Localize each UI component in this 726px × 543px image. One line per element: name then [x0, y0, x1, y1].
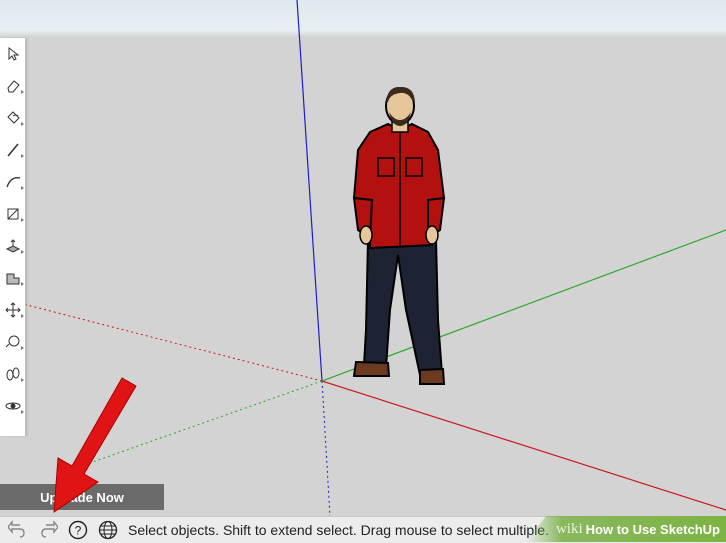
offset-tool[interactable] [0, 264, 25, 292]
rectangle-tool[interactable] [0, 200, 25, 228]
footprints-icon [6, 367, 19, 381]
arc-tool[interactable] [0, 168, 25, 196]
orbit-tool[interactable] [0, 392, 25, 420]
arc-icon [5, 177, 20, 188]
undo-button[interactable] [6, 518, 30, 542]
push-pull-tool[interactable] [0, 232, 25, 260]
watermark-title: How to Use SketchUp [585, 521, 720, 537]
green-axis-dotted [69, 380, 323, 471]
redo-button[interactable] [36, 518, 60, 542]
3d-viewport[interactable]: Upgrade Now [0, 0, 726, 516]
pencil-icon [6, 143, 19, 157]
move-tool[interactable] [0, 296, 25, 324]
rectangle-icon [7, 208, 18, 220]
select-tool[interactable] [0, 40, 25, 68]
red-axis-dotted [0, 297, 323, 382]
upgrade-now-button[interactable]: Upgrade Now [0, 484, 164, 510]
eraser-icon [6, 80, 20, 93]
paint-bucket-icon [6, 111, 20, 124]
tool-palette [0, 38, 26, 436]
offset-icon [6, 273, 19, 285]
footprint-tool[interactable] [0, 360, 25, 388]
paint-bucket-tool[interactable] [0, 104, 25, 132]
help-icon: ? [68, 520, 88, 540]
red-axis-solid [321, 380, 726, 511]
watermark-wiki: wiki [555, 520, 583, 537]
push-pull-icon [5, 239, 20, 253]
rotate-tool[interactable] [0, 328, 25, 356]
move-icon [4, 302, 21, 318]
eraser-tool[interactable] [0, 72, 25, 100]
svg-text:?: ? [75, 524, 82, 538]
arrow-pointer-icon [8, 46, 19, 61]
line-tool[interactable] [0, 136, 25, 164]
blue-axis-dotted [321, 380, 331, 516]
orbit-icon [5, 402, 20, 410]
tape-measure-icon [5, 335, 19, 348]
undo-icon [8, 520, 25, 538]
help-button[interactable]: ? [66, 518, 90, 542]
status-message: Select objects. Shift to extend select. … [128, 522, 549, 538]
globe-icon [98, 520, 118, 540]
wikihow-watermark: wiki How to Use SketchUp [526, 516, 726, 542]
geo-location-button[interactable] [96, 518, 120, 542]
person-figure[interactable] [340, 80, 460, 390]
blue-axis-solid [296, 0, 323, 382]
redo-icon [41, 520, 58, 538]
